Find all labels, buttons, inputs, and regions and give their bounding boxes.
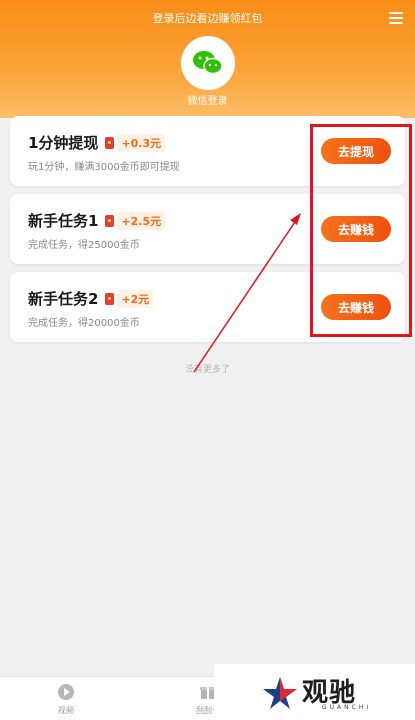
wechat-login-label[interactable]: 微信登录 [0,92,415,107]
task-subtitle: 玩1分钟，赚满3000金币即可提现 [28,162,180,173]
red-packet-icon [105,292,115,305]
tab-label: 视频 [58,706,74,715]
task-title: 新手任务2 [28,290,99,308]
task-subtitle: 完成任务，得25000金币 [28,240,140,251]
watermark-subtext: GUANCHI [322,704,372,711]
reward-badge: +2.5元 [117,211,166,230]
header-title: 登录后边看边赚领红包 [152,12,263,25]
no-more-text: 没有更多了 [184,365,230,375]
tab-video[interactable]: 视频 [46,683,86,716]
task-title-row: 1分钟提现 +0.3元 [28,132,166,153]
task-title: 1分钟提现 [28,134,99,152]
task-subtitle: 完成任务，得20000金币 [28,318,140,329]
annotation-highlight-box [310,124,412,337]
task-title-row: 新手任务1 +2.5元 [28,210,166,231]
red-packet-icon [105,136,115,149]
play-icon [58,684,74,700]
wechat-icon [193,51,223,75]
task-title: 新手任务1 [28,212,99,230]
reward-badge: +0.3元 [117,133,166,152]
task-title-row: 新手任务2 +2元 [28,288,154,309]
menu-icon[interactable] [389,12,403,24]
header: 登录后边看边赚领红包 微信登录 [0,0,415,118]
reward-badge: +2元 [117,289,154,308]
wechat-login-button[interactable] [181,36,235,90]
watermark: 观驰 GUANCHI [214,664,415,720]
red-packet-icon [105,214,115,227]
star-logo-icon [263,677,297,709]
